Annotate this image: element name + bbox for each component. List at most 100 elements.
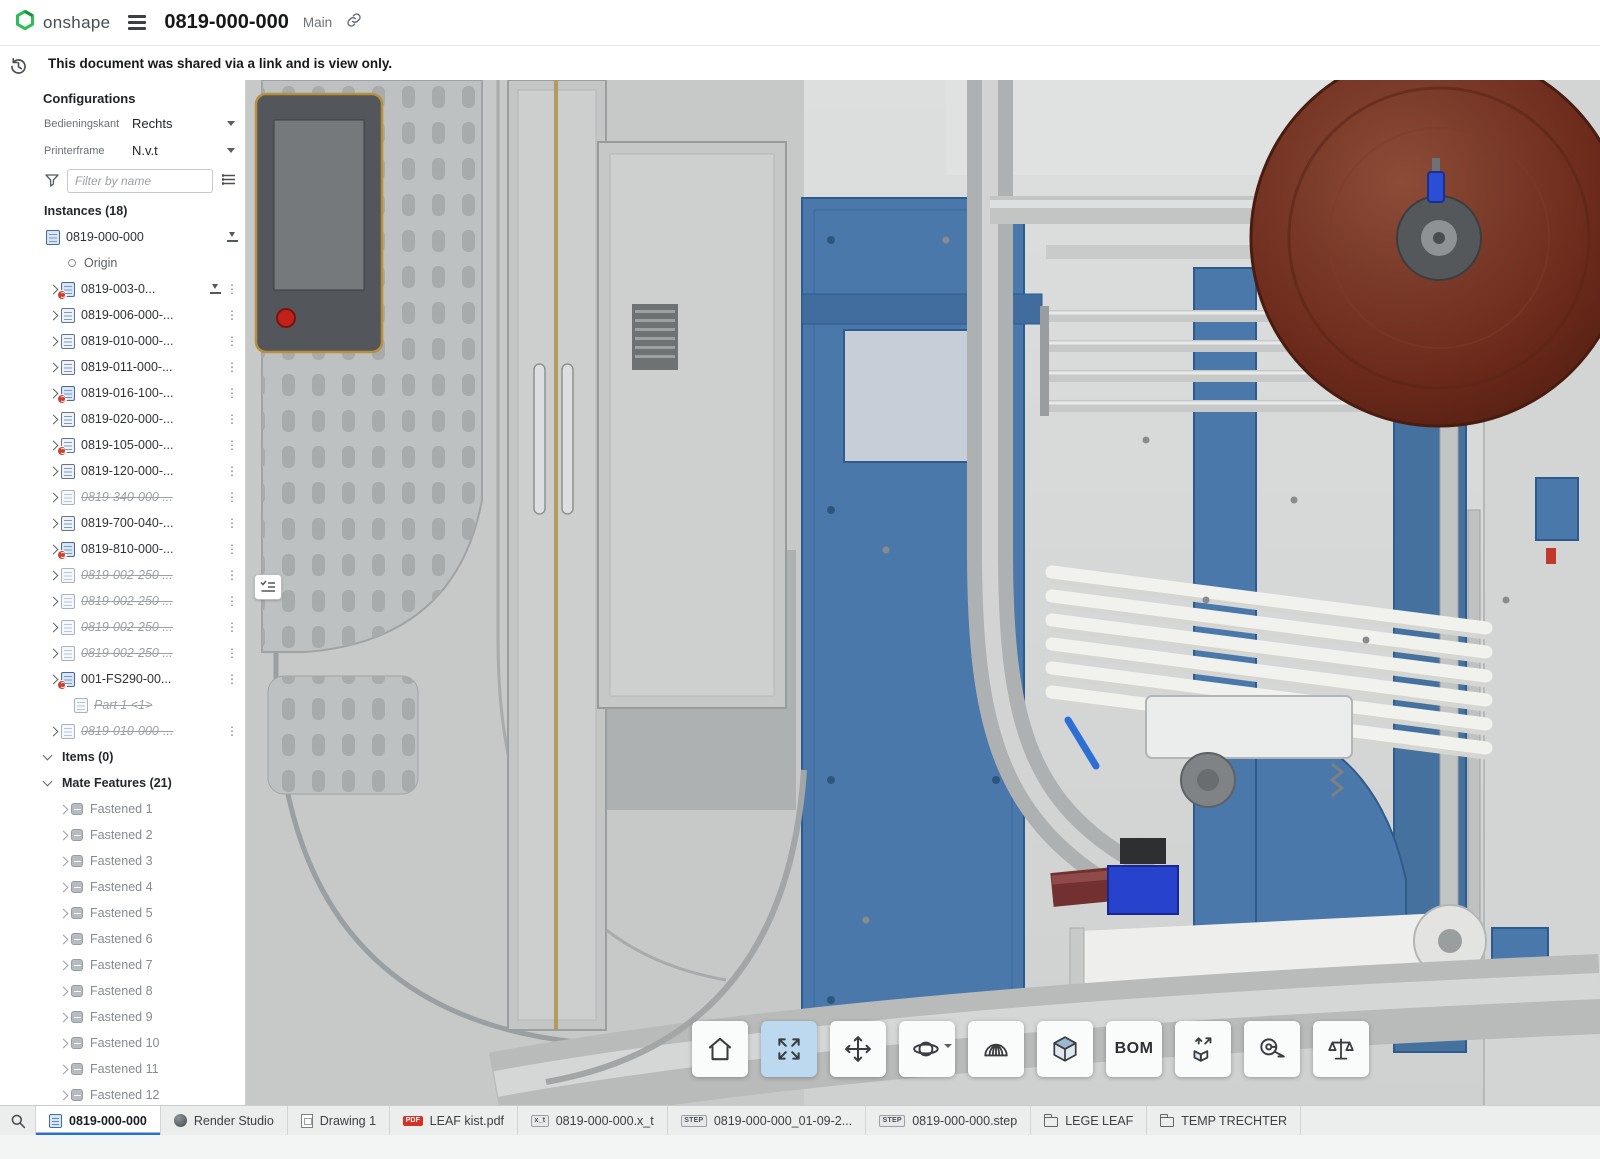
tree-item[interactable]: 0819-006-000-...⋮ (36, 302, 245, 328)
onshape-brand[interactable]: onshape (14, 9, 110, 36)
tab-step-export[interactable]: STEP0819-000-000_01-09-2... (668, 1106, 866, 1135)
fastened-mate-icon (71, 803, 83, 815)
expand-icon[interactable] (49, 726, 59, 736)
expand-icon[interactable] (59, 1090, 69, 1100)
list-view-icon[interactable] (220, 172, 237, 190)
tree-item-suppressed[interactable]: 0819-002-250 ...⋮ (36, 562, 245, 588)
items-section-header[interactable]: Items (0) (36, 744, 245, 770)
filter-icon[interactable] (44, 172, 60, 191)
expand-icon[interactable] (59, 1012, 69, 1022)
tree-item-label: 0819-010-000-... (81, 724, 226, 738)
tab-assembly[interactable]: 0819-000-000 (36, 1106, 161, 1135)
expand-icon[interactable] (49, 518, 59, 528)
config-printerframe-dropdown[interactable]: Printerframe N.v.t (36, 137, 245, 164)
config-bedieningskant-dropdown[interactable]: Bedieningskant Rechts (36, 110, 245, 137)
tree-item[interactable]: 0819-105-000-...⋮ (36, 432, 245, 458)
tree-item-root[interactable]: 0819-000-000 (36, 224, 245, 250)
3d-viewport[interactable]: BOM (246, 80, 1600, 1105)
search-tabs-button[interactable] (0, 1106, 36, 1135)
tree-item[interactable]: 0819-003-0...⋮ (36, 276, 245, 302)
rotate-view-button[interactable] (899, 1021, 955, 1077)
mate-feature-item[interactable]: Fastened 7 (36, 952, 245, 978)
mate-feature-item[interactable]: Fastened 6 (36, 926, 245, 952)
tab-folder-lege-leaf[interactable]: LEGE LEAF (1031, 1106, 1147, 1135)
mate-feature-item[interactable]: Fastened 10 (36, 1030, 245, 1056)
main-menu-button[interactable] (124, 11, 150, 33)
pan-button[interactable] (830, 1021, 886, 1077)
tree-item[interactable]: 0819-011-000-...⋮ (36, 354, 245, 380)
history-button[interactable] (8, 56, 29, 80)
tree-item-label: 0819-105-000-... (81, 438, 226, 452)
tab-folder-temp-trechter[interactable]: TEMP TRECHTER (1147, 1106, 1301, 1135)
expand-icon[interactable] (59, 908, 69, 918)
tab-xt-file[interactable]: x_t0819-000-000.x_t (518, 1106, 668, 1135)
expand-icon[interactable] (49, 310, 59, 320)
mate-feature-item[interactable]: Fastened 5 (36, 900, 245, 926)
expand-icon[interactable] (49, 622, 59, 632)
tree-item[interactable]: 0819-120-000-...⋮ (36, 458, 245, 484)
mate-feature-item[interactable]: Fastened 9 (36, 1004, 245, 1030)
tree-item[interactable]: 001-FS290-00...⋮ (36, 666, 245, 692)
mate-feature-item[interactable]: Fastened 11 (36, 1056, 245, 1082)
tree-item[interactable]: 0819-810-000-...⋮ (36, 536, 245, 562)
zoom-to-fit-button[interactable] (761, 1021, 817, 1077)
tree-item-suppressed[interactable]: 0819-010-000-...⋮ (36, 718, 245, 744)
mate-feature-item[interactable]: Fastened 1 (36, 796, 245, 822)
tab-step-file[interactable]: STEP0819-000-000.step (866, 1106, 1031, 1135)
render-studio-icon (174, 1114, 187, 1127)
tab-label: LEGE LEAF (1065, 1114, 1133, 1128)
tab-pdf[interactable]: PDFLEAF kist.pdf (390, 1106, 518, 1135)
bom-button[interactable]: BOM (1106, 1021, 1162, 1077)
tree-item[interactable]: 0819-700-040-...⋮ (36, 510, 245, 536)
tree-item[interactable]: 0819-020-000-...⋮ (36, 406, 245, 432)
mate-feature-item[interactable]: Fastened 4 (36, 874, 245, 900)
expand-icon[interactable] (49, 648, 59, 658)
mate-connector-icon: ⋮ (226, 621, 238, 633)
config-label: Bedieningskant (44, 118, 126, 130)
filter-input[interactable] (67, 169, 213, 193)
expand-icon[interactable] (49, 336, 59, 346)
expand-icon[interactable] (49, 596, 59, 606)
expand-icon[interactable] (49, 466, 59, 476)
expand-icon[interactable] (49, 570, 59, 580)
mass-properties-button[interactable] (1313, 1021, 1369, 1077)
tree-item-suppressed[interactable]: 0819-002-250 ...⋮ (36, 640, 245, 666)
expand-icon[interactable] (59, 1038, 69, 1048)
tree-item-origin[interactable]: Origin (36, 250, 245, 276)
workspace-label[interactable]: Main (303, 15, 332, 30)
tab-render-studio[interactable]: Render Studio (161, 1106, 288, 1135)
mate-feature-item[interactable]: Fastened 8 (36, 978, 245, 1004)
exploded-view-button[interactable] (1175, 1021, 1231, 1077)
tree-item[interactable]: 0819-016-100-...⋮ (36, 380, 245, 406)
expand-icon[interactable] (49, 492, 59, 502)
expand-icon[interactable] (59, 882, 69, 892)
expand-icon[interactable] (59, 986, 69, 996)
folder-icon (1044, 1117, 1058, 1127)
tree-item-suppressed[interactable]: 0819-340-000 ...⋮ (36, 484, 245, 510)
share-link-icon[interactable] (346, 12, 362, 33)
expand-icon[interactable] (59, 1064, 69, 1074)
chevron-down-icon[interactable] (944, 1044, 952, 1048)
mate-feature-item[interactable]: Fastened 3 (36, 848, 245, 874)
home-view-button[interactable] (692, 1021, 748, 1077)
mate-features-header[interactable]: Mate Features (21) (36, 770, 245, 796)
isometric-view-cube-button[interactable] (1037, 1021, 1093, 1077)
expand-icon[interactable] (59, 856, 69, 866)
expand-icon[interactable] (59, 804, 69, 814)
section-view-button[interactable] (968, 1021, 1024, 1077)
cad-scene (246, 80, 1600, 1105)
tree-item-suppressed[interactable]: 0819-002-250 ...⋮ (36, 614, 245, 640)
expand-icon[interactable] (49, 362, 59, 372)
expand-icon[interactable] (59, 830, 69, 840)
expand-icon[interactable] (59, 960, 69, 970)
tab-drawing[interactable]: Drawing 1 (288, 1106, 390, 1135)
tree-item-suppressed[interactable]: 0819-002-250 ...⋮ (36, 588, 245, 614)
assembly-flyout-button[interactable] (254, 574, 282, 600)
tree-item-suppressed[interactable]: Part 1 <1> (36, 692, 245, 718)
tree-item[interactable]: 0819-010-000-...⋮ (36, 328, 245, 354)
expand-icon[interactable] (59, 934, 69, 944)
expand-icon[interactable] (49, 414, 59, 424)
measure-button[interactable] (1244, 1021, 1300, 1077)
mate-feature-item[interactable]: Fastened 12 (36, 1082, 245, 1105)
mate-feature-item[interactable]: Fastened 2 (36, 822, 245, 848)
